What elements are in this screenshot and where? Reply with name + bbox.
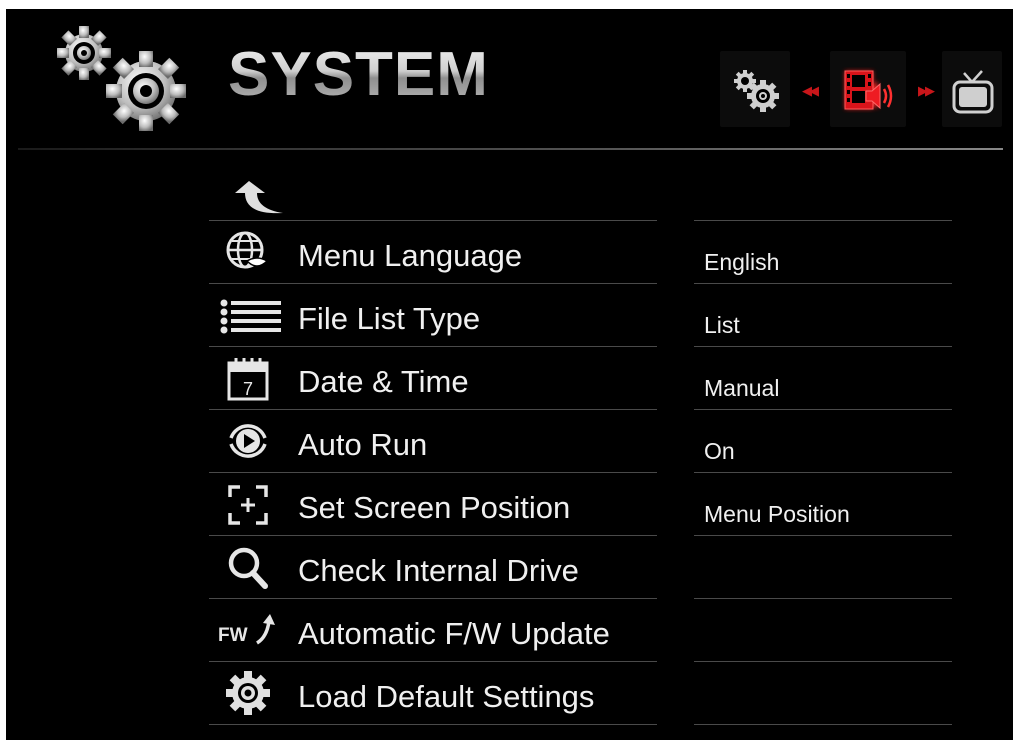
mode-tab-movie[interactable] (830, 51, 906, 127)
calendar-icon: 7 (227, 358, 269, 401)
menu-item-label: Load Default Settings (298, 679, 595, 714)
next-arrow-icon: ▶▶ (918, 83, 935, 98)
autorun-icon (229, 424, 267, 458)
menu-item-menu-language[interactable]: Menu Language (209, 221, 657, 284)
menu-item-label: Check Internal Drive (298, 553, 579, 588)
menu-item-label: File List Type (298, 301, 481, 336)
menu-item-value: List (704, 312, 740, 338)
page-title: SYSTEM (228, 40, 489, 109)
menu-item-label: Menu Language (298, 238, 523, 273)
svg-text:7: 7 (243, 379, 253, 399)
menu-item-value: On (704, 438, 735, 464)
value-file-list-type: List (694, 284, 952, 347)
value-check-internal-drive (694, 536, 952, 599)
menu-item-value: English (704, 249, 780, 275)
back-row[interactable] (209, 157, 657, 221)
menu-item-value: Menu Position (704, 501, 850, 527)
gears-icon (734, 70, 779, 112)
value-date-time: Manual (694, 347, 952, 410)
menu-item-auto-run[interactable]: Auto Run (209, 410, 657, 473)
screen-position-icon (228, 485, 268, 525)
mode-switcher: ◀◀ ▶▶ (706, 49, 1006, 131)
gear-icon (226, 671, 270, 715)
back-arrow-icon (235, 181, 283, 214)
menu-item-file-list-type[interactable]: File List Type (209, 284, 657, 347)
mode-tab-tv[interactable] (942, 51, 1002, 127)
magnifier-icon (228, 547, 268, 589)
menu-item-label: Date & Time (298, 364, 469, 399)
menu-item-set-screen-position[interactable]: Set Screen Position (209, 473, 657, 536)
tv-icon (952, 70, 994, 114)
film-speaker-icon (844, 70, 893, 110)
menu-item-label: Automatic F/W Update (298, 616, 610, 651)
header-divider (18, 148, 1003, 150)
prev-arrow-icon: ◀◀ (802, 83, 819, 98)
gears-icon (57, 26, 186, 131)
menu-item-load-default-settings[interactable]: Load Default Settings (209, 662, 657, 725)
mode-tab-settings[interactable] (720, 51, 790, 127)
value-load-default-settings (694, 662, 952, 725)
system-menu-screen: SYSTEM ◀◀ ▶▶ Menu Language English File … (6, 9, 1013, 740)
value-menu-language: English (694, 221, 952, 284)
globe-icon (226, 231, 269, 269)
menu-item-label: Auto Run (298, 427, 428, 462)
value-set-screen-position: Menu Position (694, 473, 952, 536)
menu-item-value: Manual (704, 375, 780, 401)
back-value-row (694, 157, 952, 221)
menu-item-date-time[interactable]: 7 Date & Time (209, 347, 657, 410)
fw-update-icon: FW (218, 614, 275, 646)
svg-text:FW: FW (218, 625, 248, 646)
value-automatic-fw-update (694, 599, 952, 662)
menu-item-label: Set Screen Position (298, 490, 571, 525)
menu-item-automatic-fw-update[interactable]: FW Automatic F/W Update (209, 599, 657, 662)
list-icon (220, 299, 281, 334)
value-auto-run: On (694, 410, 952, 473)
menu-item-check-internal-drive[interactable]: Check Internal Drive (209, 536, 657, 599)
